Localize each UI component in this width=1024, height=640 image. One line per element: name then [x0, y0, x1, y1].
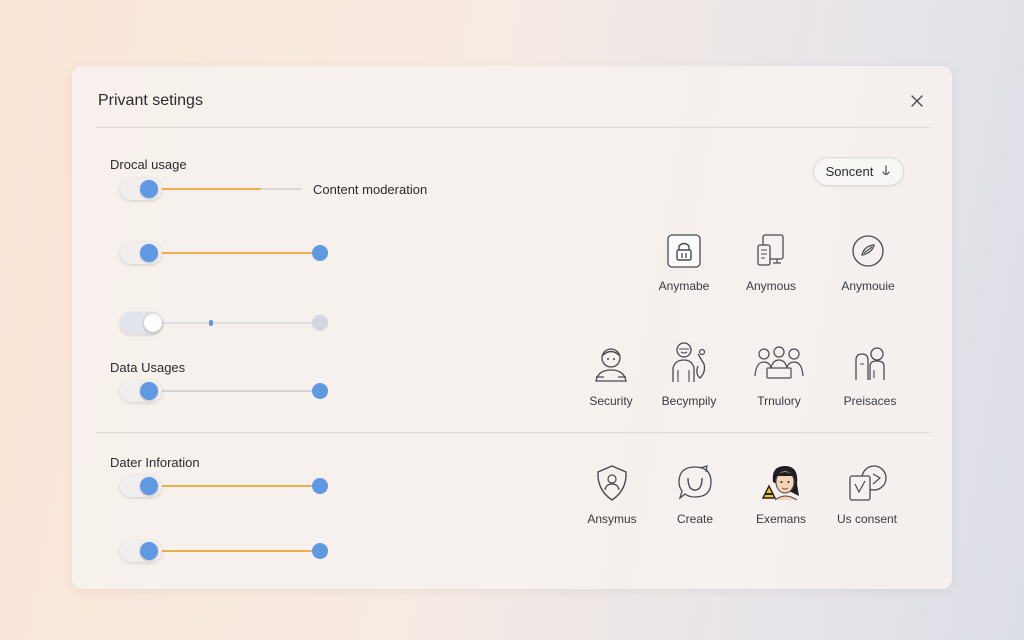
tile-create[interactable]: Create [650, 464, 740, 526]
toggle-switch[interactable] [120, 540, 162, 562]
privacy-settings-dialog: Privant setings Drocal usage Content mod… [72, 66, 952, 589]
person-icon [595, 348, 627, 382]
tile-becympily[interactable]: Becympily [644, 340, 734, 408]
toggle-knob[interactable] [140, 180, 158, 198]
section-label-drocal: Drocal usage [110, 157, 187, 172]
tile-label: Ansymus [587, 512, 637, 526]
slider-end-knob[interactable] [312, 245, 328, 261]
close-icon[interactable] [908, 92, 926, 110]
tile-exemans[interactable]: Exemans [736, 462, 826, 526]
worker-icon [672, 342, 706, 382]
section-divider [96, 432, 930, 433]
toggle-knob[interactable] [140, 477, 158, 495]
dialog-title: Privant setings [98, 92, 203, 109]
toggle-knob[interactable] [140, 382, 158, 400]
toggle-switch[interactable] [120, 312, 162, 334]
tile-preisaces[interactable]: Preisaces [825, 344, 915, 408]
group-icon [754, 346, 804, 379]
tile-label: Exemans [755, 512, 807, 526]
header-divider [96, 127, 930, 128]
tile-label: Becympily [661, 394, 717, 408]
devices-icon [757, 234, 784, 266]
slider-fill [150, 252, 320, 254]
tile-ansymus[interactable]: Ansymus [567, 464, 657, 526]
tile-anymabe[interactable]: Anymabe [639, 233, 729, 293]
toggle-switch[interactable] [120, 242, 162, 264]
slider-dater[interactable] [120, 475, 332, 497]
tile-label: Us consent [836, 512, 898, 526]
section-label-dater: Dater Inforation [110, 455, 200, 470]
toggle-knob[interactable] [144, 314, 162, 332]
tile-trnulory[interactable]: Trnulory [734, 344, 824, 408]
consent-button[interactable]: Soncent [813, 157, 904, 186]
tile-security[interactable]: Security [566, 344, 656, 408]
chat-icon [678, 465, 712, 500]
slider-data[interactable] [120, 380, 332, 402]
document-icon [849, 465, 887, 501]
compass-icon [852, 235, 884, 267]
slider-end-knob[interactable] [312, 478, 328, 494]
slider-6[interactable] [120, 540, 332, 562]
toggle-knob[interactable] [140, 542, 158, 560]
section-label-data: Data Usages [110, 360, 186, 375]
shield-icon [597, 465, 627, 501]
tile-anymous[interactable]: Anymous [726, 233, 816, 293]
toggle-switch[interactable] [120, 380, 162, 402]
toggle-knob[interactable] [140, 244, 158, 262]
slider-fill [150, 390, 320, 392]
toggle-switch[interactable] [120, 178, 162, 200]
slider-end-knob[interactable] [312, 315, 328, 331]
slider-track [150, 322, 320, 324]
avatar-icon [761, 466, 799, 501]
consent-button-label: Soncent [825, 164, 874, 179]
microphone-icon [882, 164, 890, 175]
slider-fill [150, 550, 320, 552]
slider-drocal[interactable] [120, 178, 332, 200]
slider-end-knob[interactable] [312, 383, 328, 399]
tile-label: Anymous [745, 279, 797, 293]
slider-fill [150, 188, 261, 190]
tile-label: Anymouie [841, 279, 895, 293]
slider-2[interactable] [120, 242, 332, 264]
slider-3[interactable] [120, 312, 332, 334]
slider-end-knob[interactable] [312, 543, 328, 559]
tile-us-consent[interactable]: Us consent [822, 464, 912, 526]
tile-label: Security [589, 394, 633, 408]
toggle-switch[interactable] [120, 475, 162, 497]
slider-marker [209, 320, 213, 326]
slider-fill [150, 485, 320, 487]
tile-label: Create [676, 512, 714, 526]
tile-anymouie[interactable]: Anymouie [823, 233, 913, 293]
people-icon [855, 347, 885, 380]
tile-label: Anymabe [658, 279, 710, 293]
tile-label: Preisaces [843, 394, 897, 408]
lock-icon [667, 234, 701, 268]
tile-label: Trnulory [757, 394, 801, 408]
